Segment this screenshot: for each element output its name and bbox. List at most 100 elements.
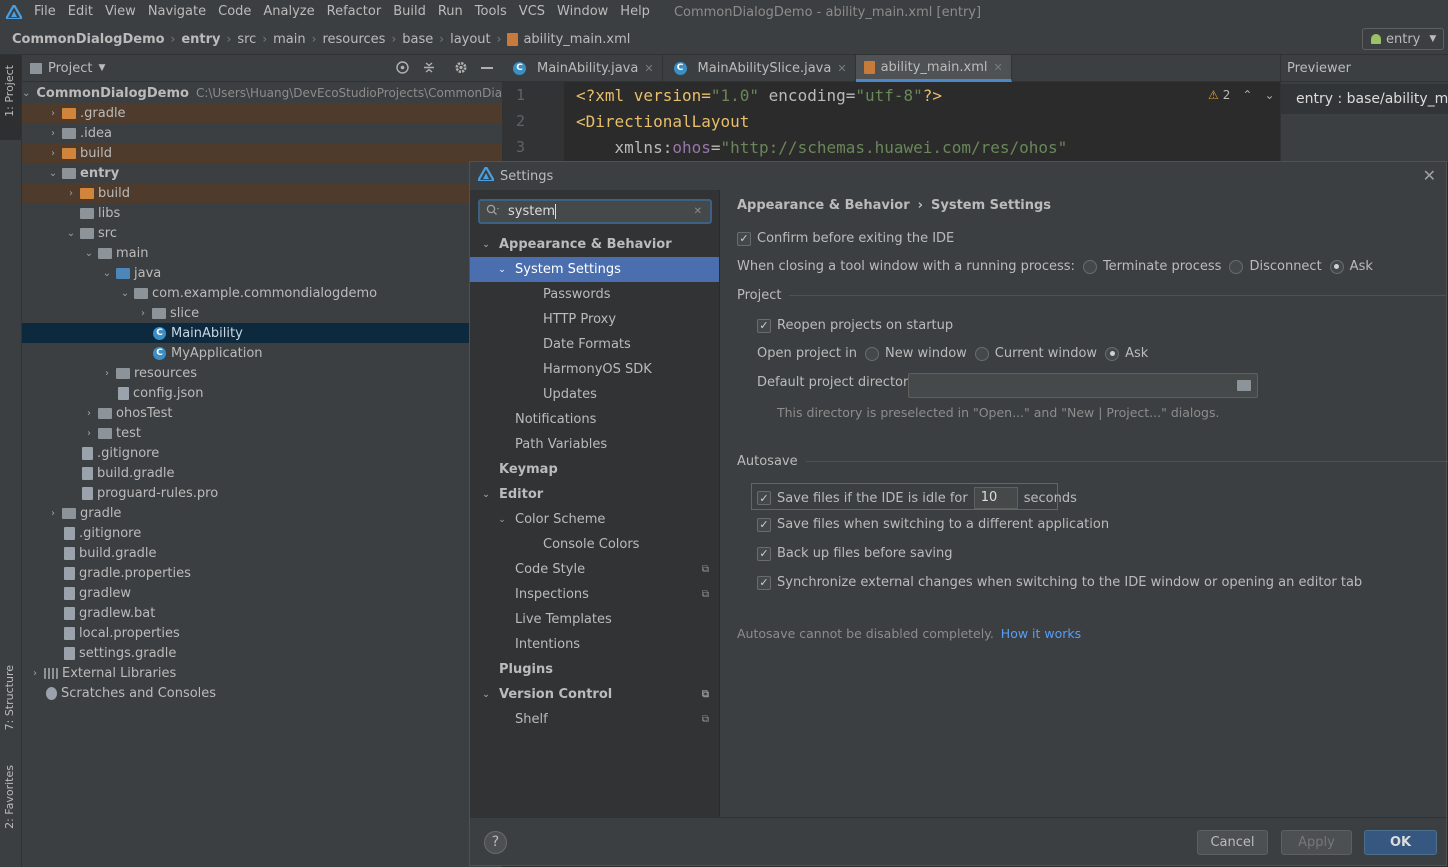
chevron-down-icon[interactable]: ⌄ (22, 88, 30, 99)
tree-node[interactable]: .gitignore (22, 443, 502, 463)
folder-browse-icon[interactable] (1237, 380, 1251, 391)
save-idle-checkbox[interactable]: ✓ (757, 491, 771, 505)
settings-nav-item[interactable]: Keymap (470, 457, 719, 482)
tree-node[interactable]: ⌄ main (22, 243, 502, 263)
breadcrumb-module[interactable]: entry (181, 32, 220, 47)
menu-help[interactable]: Help (614, 0, 656, 24)
settings-nav-item[interactable]: ⌄ Appearance & Behavior (470, 232, 719, 257)
confirm-exit-row[interactable]: ✓ Confirm before exiting the IDE (737, 231, 954, 246)
chevron-down-icon[interactable]: ⌄ (64, 228, 78, 239)
menu-file[interactable]: File (28, 0, 62, 24)
apply-button[interactable]: Apply (1281, 830, 1352, 855)
new-window-radio[interactable] (864, 346, 879, 361)
chevron-right-icon[interactable]: › (46, 108, 60, 119)
tree-node[interactable]: settings.gradle (22, 643, 502, 663)
sync-row[interactable]: ✓ Synchronize external changes when swit… (757, 575, 1362, 590)
breadcrumb-folder[interactable]: resources (322, 32, 385, 47)
chevron-right-icon[interactable]: › (46, 148, 60, 159)
tab-mainabilityslice-java[interactable]: C MainAbilitySlice.java ✕ (663, 55, 856, 82)
tree-node[interactable]: › External Libraries (22, 663, 502, 683)
settings-nav-item[interactable]: Code Style ⧉ (470, 557, 719, 582)
tree-node[interactable]: ⌄ entry (22, 163, 502, 183)
close-icon[interactable]: ✕ (837, 62, 846, 75)
menu-edit[interactable]: Edit (62, 0, 99, 24)
chevron-right-icon[interactable]: › (64, 188, 78, 199)
dropdown-arrow-icon[interactable]: ▼ (98, 63, 105, 73)
favorites-tool-tab[interactable]: 2: Favorites (3, 765, 16, 829)
settings-nav-item[interactable]: ⌄ System Settings (470, 257, 719, 282)
minimize-icon[interactable] (481, 67, 493, 69)
backup-row[interactable]: ✓ Back up files before saving (757, 546, 953, 561)
collapse-all-icon[interactable] (422, 60, 436, 79)
settings-nav-item[interactable]: HarmonyOS SDK (470, 357, 719, 382)
run-config-selector[interactable]: entry ▼ (1362, 28, 1444, 50)
menu-build[interactable]: Build (387, 0, 432, 24)
chevron-right-icon[interactable]: › (46, 128, 60, 139)
inspection-widget[interactable]: ⚠ 2 ⌃ ⌄ (1208, 88, 1275, 102)
settings-nav-item[interactable]: ⌄ Color Scheme (470, 507, 719, 532)
tree-node[interactable]: › test (22, 423, 502, 443)
tree-node[interactable]: proguard-rules.pro (22, 483, 502, 503)
tree-node[interactable]: › gradle (22, 503, 502, 523)
locate-icon[interactable] (395, 60, 410, 79)
settings-nav-item[interactable]: Passwords (470, 282, 719, 307)
chevron-down-icon[interactable]: ⌄ (494, 265, 510, 275)
tree-node[interactable]: local.properties (22, 623, 502, 643)
reopen-checkbox[interactable]: ✓ (757, 318, 771, 333)
tree-node[interactable]: › resources (22, 363, 502, 383)
chevron-right-icon[interactable]: › (136, 308, 150, 319)
tab-mainability-java[interactable]: C MainAbility.java ✕ (502, 55, 663, 82)
breadcrumb-folder[interactable]: base (402, 32, 433, 47)
how-it-works-link[interactable]: How it works (1001, 626, 1081, 641)
reopen-row[interactable]: ✓ Reopen projects on startup (757, 318, 953, 333)
terminate-radio[interactable] (1082, 259, 1097, 274)
code-editor[interactable]: 1 2 3 <?xml version="1.0" encoding="utf-… (502, 82, 1280, 162)
tree-node[interactable]: Scratches and Consoles (22, 683, 502, 703)
chevron-right-icon[interactable]: › (46, 508, 60, 519)
help-button[interactable]: ? (484, 831, 507, 854)
tree-node[interactable]: ⌄ CommonDialogDemo C:\Users\Huang\DevEcoSt… (22, 83, 502, 103)
project-view-label[interactable]: Project (48, 61, 92, 76)
save-switch-checkbox[interactable]: ✓ (757, 517, 771, 532)
structure-tool-tab[interactable]: 7: Structure (3, 665, 16, 730)
tree-node[interactable]: › .idea (22, 123, 502, 143)
ask-radio[interactable] (1329, 259, 1344, 274)
breadcrumb-folder[interactable]: layout (450, 32, 491, 47)
chevron-right-icon[interactable]: › (28, 668, 42, 679)
tree-node[interactable]: .gitignore (22, 523, 502, 543)
settings-nav-item[interactable]: ⌄ Editor (470, 482, 719, 507)
chevron-down-icon[interactable]: ⌄ (118, 288, 132, 299)
tree-node[interactable]: libs (22, 203, 502, 223)
chevron-right-icon[interactable]: › (82, 408, 96, 419)
close-icon[interactable]: ✕ (1423, 166, 1436, 185)
backup-checkbox[interactable]: ✓ (757, 546, 771, 561)
menu-analyze[interactable]: Analyze (257, 0, 320, 24)
tree-node[interactable]: › slice (22, 303, 502, 323)
cancel-button[interactable]: Cancel (1197, 830, 1268, 855)
chevron-down-icon[interactable]: ⌄ (46, 168, 60, 179)
ok-button[interactable]: OK (1364, 830, 1437, 855)
chevron-down-icon[interactable]: ⌄ (100, 268, 114, 279)
chevron-down-icon[interactable]: ⌄ (478, 240, 494, 250)
menu-run[interactable]: Run (432, 0, 469, 24)
ask-radio[interactable] (1105, 346, 1120, 361)
save-idle-row[interactable]: ✓ Save files if the IDE is idle for 10 s… (757, 487, 1077, 509)
settings-nav-item[interactable]: Updates (470, 382, 719, 407)
default-dir-input[interactable] (908, 373, 1258, 398)
menu-code[interactable]: Code (212, 0, 257, 24)
tree-node[interactable]: ⌄ src (22, 223, 502, 243)
gear-icon[interactable] (454, 60, 468, 79)
menu-window[interactable]: Window (551, 0, 614, 24)
tree-node[interactable]: gradle.properties (22, 563, 502, 583)
chevron-down-icon[interactable]: ⌄ (82, 248, 96, 259)
menu-refactor[interactable]: Refactor (321, 0, 388, 24)
tree-node[interactable]: C MainAbility (22, 323, 502, 343)
settings-nav-item[interactable]: Date Formats (470, 332, 719, 357)
chevron-right-icon[interactable]: › (100, 368, 114, 379)
tree-node[interactable]: › build (22, 143, 502, 163)
sync-checkbox[interactable]: ✓ (757, 575, 771, 590)
tree-node[interactable]: build.gradle (22, 463, 502, 483)
menu-vcs[interactable]: VCS (513, 0, 551, 24)
settings-nav-item[interactable]: ⌄ Version Control ⧉ (470, 682, 719, 707)
save-switch-row[interactable]: ✓ Save files when switching to a differe… (757, 517, 1109, 532)
